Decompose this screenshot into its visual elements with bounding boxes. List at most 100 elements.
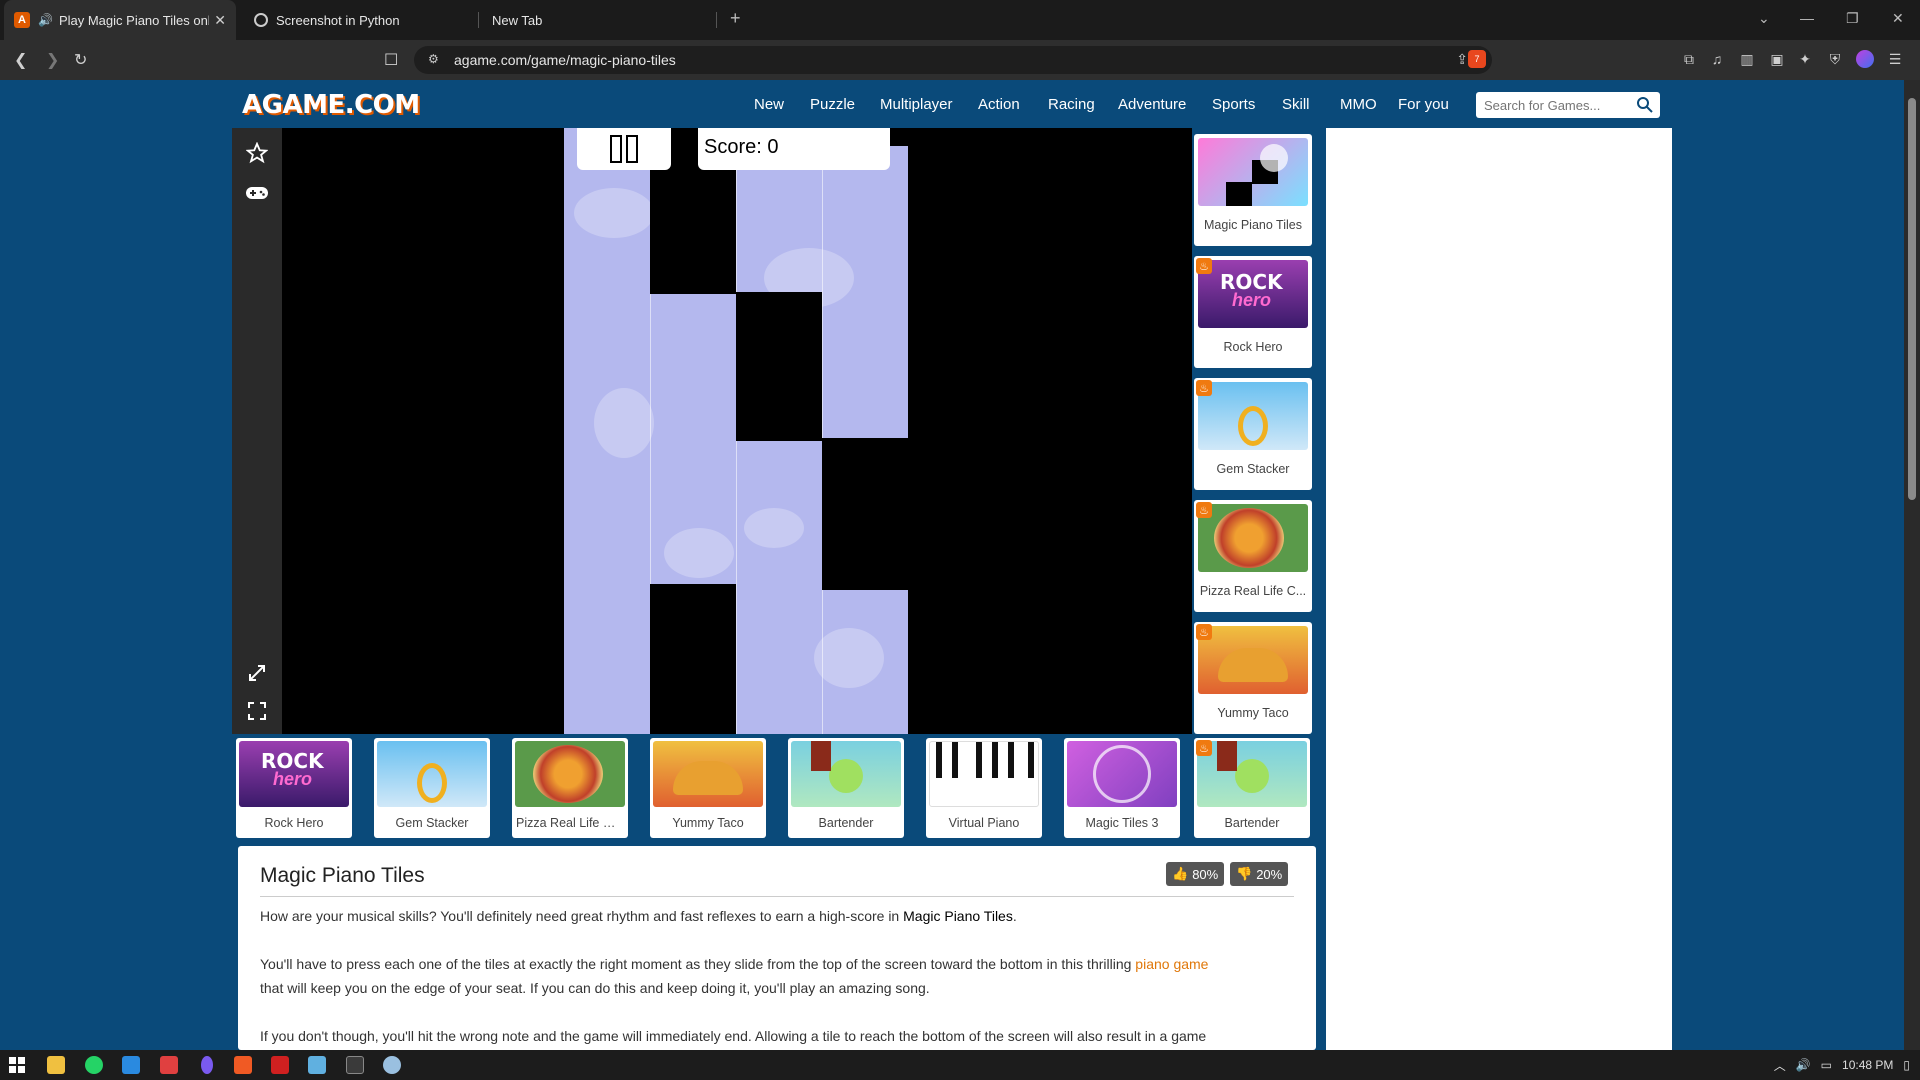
notification-icon[interactable]: ▯: [1903, 1058, 1910, 1072]
vpn-icon[interactable]: ⛨: [1826, 50, 1844, 68]
game-card[interactable]: Gem Stacker: [374, 738, 490, 838]
black-piano-tile[interactable]: [736, 292, 822, 441]
game-card[interactable]: ♨ Pizza Real Life C...: [1194, 500, 1312, 612]
obsidian-icon[interactable]: [201, 1056, 213, 1074]
nav-for-you[interactable]: For you: [1398, 96, 1449, 113]
brave-shield-icon[interactable]: 7: [1468, 50, 1486, 68]
game-card[interactable]: ♨ Bartender: [1194, 738, 1310, 838]
nav-racing[interactable]: Racing: [1048, 96, 1095, 113]
dislike-button[interactable]: 👎 20%: [1230, 862, 1289, 886]
page-scrollbar[interactable]: [1904, 80, 1920, 1050]
agame-logo[interactable]: AGAME.COM: [242, 90, 420, 120]
gamepad-icon[interactable]: [244, 180, 270, 206]
pdf-reader-icon[interactable]: [271, 1056, 289, 1074]
share-icon[interactable]: ⇪: [1456, 51, 1468, 68]
thumbs-up-icon: 👍: [1172, 866, 1189, 881]
black-piano-tile[interactable]: [650, 584, 736, 734]
brave-browser-icon[interactable]: [234, 1056, 252, 1074]
reload-icon[interactable]: ↻: [74, 50, 87, 70]
tray-chevron-icon[interactable]: ︿: [1774, 1057, 1786, 1074]
system-tray: ︿ 🔊 ▭ 10:48 PM ▯: [1774, 1050, 1910, 1080]
game-card[interactable]: Virtual Piano: [926, 738, 1042, 838]
notepad-icon[interactable]: [308, 1056, 326, 1074]
nav-skill[interactable]: Skill: [1282, 96, 1310, 113]
black-piano-tile[interactable]: [822, 438, 908, 590]
hot-badge-icon: ♨: [1196, 380, 1212, 396]
game-thumbnail: [1197, 741, 1307, 807]
expand-icon[interactable]: [244, 660, 270, 686]
divider: [260, 896, 1294, 897]
calculator-icon[interactable]: [346, 1056, 364, 1074]
restore-icon[interactable]: ❐: [1846, 10, 1859, 27]
game-card[interactable]: Magic Tiles 3: [1064, 738, 1180, 838]
game-card-label: Pizza Real Life C...: [1199, 584, 1307, 598]
file-explorer-icon[interactable]: [47, 1056, 65, 1074]
game-thumbnail: [653, 741, 763, 807]
pause-button[interactable]: [577, 128, 671, 170]
site-settings-icon[interactable]: ⚙: [428, 52, 439, 66]
bookmark-icon[interactable]: ☐: [384, 50, 398, 70]
favorite-star-icon[interactable]: [244, 140, 270, 166]
windows-start-icon[interactable]: [8, 1056, 26, 1074]
address-bar[interactable]: ⚙ agame.com/game/magic-piano-tiles ⇪: [414, 46, 1492, 74]
profile-icon[interactable]: [1856, 50, 1874, 68]
nav-adventure[interactable]: Adventure: [1118, 96, 1186, 113]
music-icon[interactable]: ♫: [1708, 50, 1726, 68]
tab-list-chevron-icon[interactable]: ⌄: [1758, 10, 1770, 27]
game-card[interactable]: Magic Piano Tiles: [1194, 134, 1312, 246]
vscode-icon[interactable]: [122, 1056, 140, 1074]
game-card-label: Pizza Real Life Co...: [516, 816, 628, 830]
close-tab-icon[interactable]: ✕: [214, 12, 226, 29]
whatsapp-icon[interactable]: [85, 1056, 103, 1074]
volume-icon[interactable]: 🔊: [1796, 1058, 1811, 1072]
url-text: agame.com/game/magic-piano-tiles: [454, 52, 676, 68]
leo-ai-icon[interactable]: ✦: [1796, 50, 1814, 68]
network-icon[interactable]: ▭: [1821, 1058, 1832, 1072]
game-card[interactable]: ROCK hero Rock Hero: [236, 738, 352, 838]
nav-multiplayer[interactable]: Multiplayer: [880, 96, 953, 113]
new-tab-icon[interactable]: +: [730, 8, 741, 29]
game-card[interactable]: Bartender: [788, 738, 904, 838]
clock[interactable]: 10:48 PM: [1842, 1058, 1893, 1072]
nav-new[interactable]: New: [754, 96, 784, 113]
back-icon[interactable]: ❮: [14, 50, 27, 70]
nav-action[interactable]: Action: [978, 96, 1020, 113]
game-card[interactable]: Yummy Taco: [650, 738, 766, 838]
game-card-label: Magic Tiles 3: [1085, 816, 1159, 830]
tab-new-tab[interactable]: New Tab: [482, 0, 714, 40]
game-card[interactable]: ♨ Yummy Taco: [1194, 622, 1312, 734]
tab-magic-piano-tiles[interactable]: A 🔊 Play Magic Piano Tiles onlin ✕: [4, 0, 236, 40]
nav-sports[interactable]: Sports: [1212, 96, 1255, 113]
bold-game-name: Magic Piano Tiles: [903, 908, 1013, 924]
forward-icon[interactable]: ❯: [46, 50, 59, 70]
game-thumbnail: [1067, 741, 1177, 807]
like-button[interactable]: 👍 80%: [1166, 862, 1225, 886]
close-window-icon[interactable]: ✕: [1892, 10, 1904, 27]
fullscreen-icon[interactable]: [244, 698, 270, 724]
tab-screenshot-in-python[interactable]: Screenshot in Python: [244, 0, 476, 40]
minimize-icon[interactable]: —: [1800, 10, 1814, 26]
game-card-label: Bartender: [1224, 816, 1280, 830]
search-input[interactable]: [1484, 96, 1634, 114]
sidebar-icon[interactable]: ▥: [1738, 50, 1756, 68]
wallet-icon[interactable]: ▣: [1768, 50, 1786, 68]
game-canvas[interactable]: Score: 0: [232, 128, 1192, 734]
piano-board[interactable]: [564, 128, 908, 734]
game-card[interactable]: Pizza Real Life Co...: [512, 738, 628, 838]
tab-title: New Tab: [492, 12, 543, 28]
nav-puzzle[interactable]: Puzzle: [810, 96, 855, 113]
todo-app-icon[interactable]: [160, 1056, 178, 1074]
game-card[interactable]: ROCK hero ♨ Rock Hero: [1194, 256, 1312, 368]
search-box[interactable]: [1476, 92, 1660, 118]
cloud-decoration: [594, 388, 654, 458]
extensions-icon[interactable]: ⧉: [1680, 50, 1698, 68]
search-icon[interactable]: [1636, 96, 1654, 114]
game-card[interactable]: ♨ Gem Stacker: [1194, 378, 1312, 490]
nav-mmo[interactable]: MMO: [1340, 96, 1377, 113]
scrollbar-thumb[interactable]: [1908, 98, 1916, 500]
app-icon[interactable]: [383, 1056, 401, 1074]
piano-game-link[interactable]: piano game: [1135, 956, 1208, 972]
menu-icon[interactable]: ☰: [1886, 50, 1904, 68]
site-header: AGAME.COM New Puzzle Multiplayer Action …: [232, 82, 1672, 128]
game-title: Magic Piano Tiles: [260, 864, 425, 887]
